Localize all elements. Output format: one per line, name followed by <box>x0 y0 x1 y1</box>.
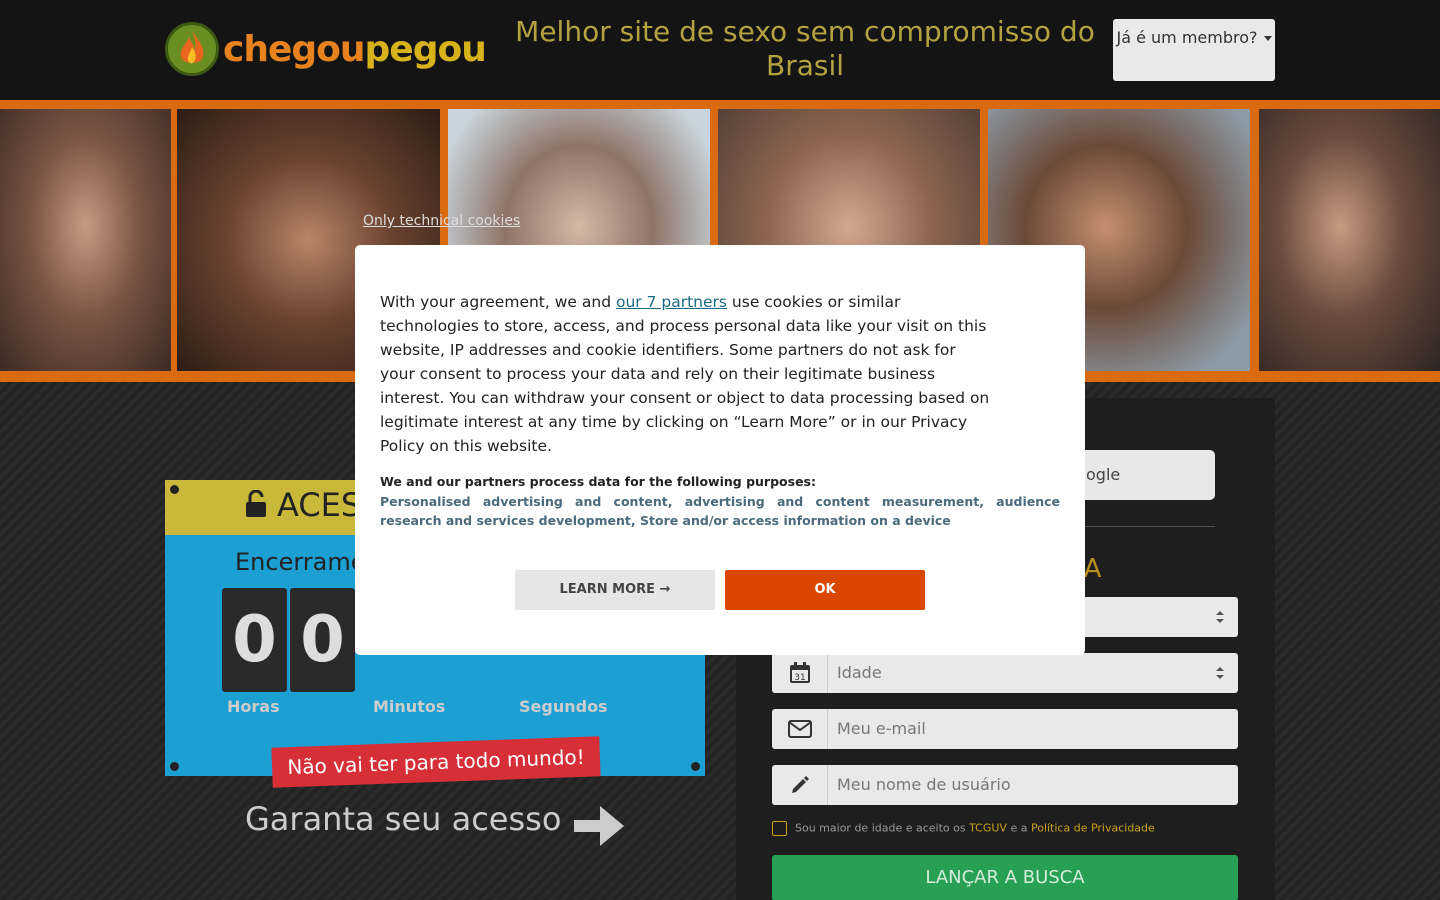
hours-label: Horas <box>227 697 280 716</box>
purposes-title: We and our partners process data for the… <box>380 474 816 489</box>
caret-down-icon <box>1263 36 1272 41</box>
corner-dot <box>170 762 179 771</box>
purposes-list: Personalised advertising and content, ad… <box>380 494 1060 528</box>
cookie-consent-text: With your agreement, we and our 7 partne… <box>380 290 990 458</box>
corner-dot <box>170 485 179 494</box>
age-placeholder: Idade <box>837 663 882 682</box>
corner-dot <box>691 762 700 771</box>
logo-text-part1: chegou <box>223 28 366 70</box>
flame-icon <box>165 22 219 76</box>
email-field[interactable]: Meu e-mail <box>772 709 1238 749</box>
username-placeholder: Meu nome de usuário <box>837 775 1011 794</box>
countdown-subtitle: Encerrame <box>235 548 366 576</box>
privacy-policy-link[interactable]: Política de Privacidade <box>1031 822 1155 835</box>
site-tagline: Melhor site de sexo sem compromisso do B… <box>515 15 1095 82</box>
logo-text-part2: pegou <box>364 28 487 70</box>
learn-more-button[interactable]: LEARN MORE → <box>515 570 715 610</box>
cookie-text-body: use cookies or similar technologies to s… <box>380 293 990 455</box>
launch-search-button[interactable]: LANÇAR A BUSCA <box>772 855 1238 900</box>
age-select[interactable]: 31 Idade <box>772 653 1238 693</box>
consent-and: e a <box>1010 821 1028 835</box>
member-login-label: Já é um membro? <box>1116 28 1258 47</box>
countdown-digit: 0 <box>290 588 355 692</box>
member-login-button[interactable]: Já é um membro? <box>1113 19 1275 81</box>
minutes-label: Minutos <box>373 697 446 716</box>
svg-text:31: 31 <box>794 673 805 683</box>
consent-row: Sou maior de idade e aceito os TCGUV e a… <box>772 821 1155 836</box>
scarcity-banner: Não vai ter para todo mundo! <box>271 736 601 788</box>
site-header: chegoupegou Melhor site de sexo sem comp… <box>0 0 1440 100</box>
unlock-icon <box>246 490 266 517</box>
email-placeholder: Meu e-mail <box>837 719 926 738</box>
select-arrows-icon <box>1216 667 1224 679</box>
consent-text: Sou maior de idade e aceito os <box>795 821 966 835</box>
cookie-text-intro: With your agreement, we and <box>380 293 612 311</box>
guarantee-access-link[interactable]: Garanta seu acesso <box>245 800 561 838</box>
logo-text: chegoupegou <box>223 28 487 70</box>
seconds-label: Segundos <box>519 697 608 716</box>
calendar-icon: 31 <box>772 653 828 693</box>
consent-checkbox[interactable] <box>772 821 787 836</box>
partners-link[interactable]: our 7 partners <box>616 293 727 311</box>
profile-photo[interactable] <box>1259 109 1440 371</box>
envelope-icon <box>772 709 828 749</box>
countdown-title: ACES <box>277 486 362 524</box>
pencil-icon <box>772 765 828 805</box>
countdown-digit: 0 <box>222 588 287 692</box>
only-technical-cookies-link[interactable]: Only technical cookies <box>363 213 520 229</box>
terms-link[interactable]: TCGUV <box>969 822 1007 835</box>
cookie-consent-modal: With your agreement, we and our 7 partne… <box>355 245 1085 655</box>
username-field[interactable]: Meu nome de usuário <box>772 765 1238 805</box>
arrow-right-icon <box>574 806 624 846</box>
select-arrows-icon <box>1216 611 1224 623</box>
site-logo[interactable]: chegoupegou <box>165 22 487 76</box>
ok-button[interactable]: OK <box>725 570 925 610</box>
profile-photo[interactable] <box>0 109 171 371</box>
